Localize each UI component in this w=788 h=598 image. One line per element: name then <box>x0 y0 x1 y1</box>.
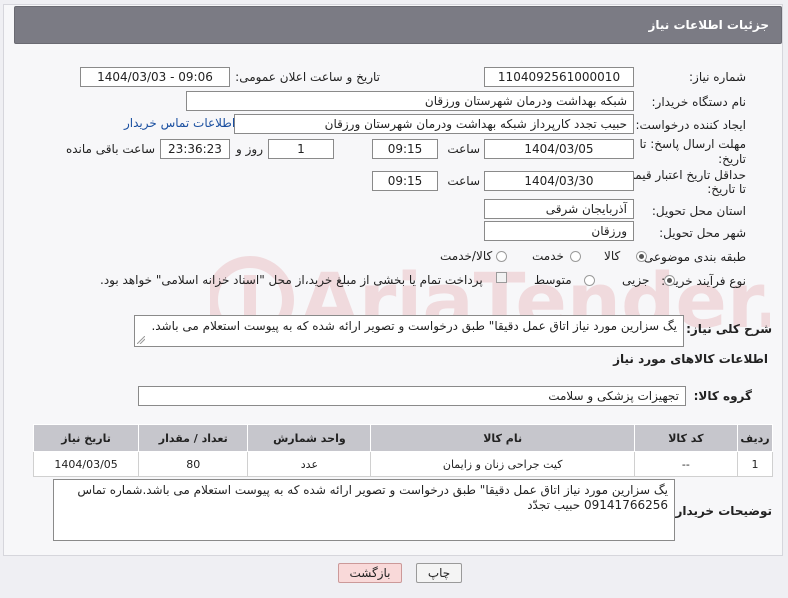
page-header: جزئیات اطلاعات نیاز <box>14 6 782 44</box>
cell-row: 1 <box>736 451 774 477</box>
city-label: شهر محل تحویل: <box>659 226 746 240</box>
process-medium-label: متوسط <box>534 273 572 287</box>
treasury-checkbox[interactable] <box>496 272 507 283</box>
creator-label: ایجاد کننده درخواست: <box>635 118 746 132</box>
goods-group-field: تجهیزات پزشکی و سلامت <box>138 386 686 406</box>
process-medium-radio[interactable] <box>584 275 595 286</box>
announce-label: تاریخ و ساعت اعلان عمومی: <box>235 70 380 84</box>
buyer-org-field: شبکه بهداشت ودرمان شهرستان ورزقان <box>186 91 634 111</box>
need-number-field: 1104092561000010 <box>484 67 634 87</box>
category-both-radio[interactable] <box>496 251 507 262</box>
remaining-time-field: 23:36:23 <box>160 139 230 159</box>
cell-code: -- <box>633 451 738 477</box>
price-time-field: 09:15 <box>372 171 438 191</box>
price-time-label: ساعت <box>447 174 480 188</box>
price-date-field: 1404/03/30 <box>484 171 634 191</box>
process-minor-label: جزیی <box>622 273 650 287</box>
cell-name: کیت جراحی زنان و زایمان <box>370 451 635 477</box>
col-unit: واحد شمارش <box>247 424 372 452</box>
print-button[interactable]: چاپ <box>416 563 462 583</box>
category-goods-label: کالا <box>604 249 621 263</box>
col-qty: تعداد / مقدار <box>138 424 249 452</box>
resize-grip-icon[interactable] <box>137 336 145 344</box>
days-label: روز و <box>236 142 263 156</box>
back-button[interactable]: بازگشت <box>338 563 402 583</box>
process-minor-radio[interactable] <box>664 275 675 286</box>
category-label: طبقه بندی موضوعی: <box>639 250 746 264</box>
buyer-contact-link[interactable]: اطلاعات تماس خریدار <box>124 116 235 130</box>
province-field: آذربایجان شرقی <box>484 199 634 219</box>
description-label: شرح کلی نیاز: <box>686 322 772 336</box>
page-title: جزئیات اطلاعات نیاز <box>648 18 769 32</box>
goods-group-label: گروه کالا: <box>693 389 752 403</box>
city-field: ورزقان <box>484 221 634 241</box>
days-field: 1 <box>268 139 334 159</box>
price-validity-label-2: تا تاریخ: <box>707 182 746 196</box>
buyer-notes-content: یگ سزارین مورد نیاز اتاق عمل دقیقا" طبق … <box>77 483 668 512</box>
col-code: کد کالا <box>633 424 738 452</box>
buyer-org-label: نام دستگاه خریدار: <box>651 95 747 109</box>
remaining-label: ساعت باقی مانده <box>65 142 155 156</box>
col-name: نام کالا <box>370 424 635 452</box>
category-both-label: کالا/خدمت <box>440 249 493 263</box>
cell-unit: عدد <box>247 451 372 477</box>
deadline-label: مهلت ارسال پاسخ: تا <box>639 137 746 151</box>
need-number-label: شماره نیاز: <box>689 70 746 84</box>
table-row: 1 -- کیت جراحی زنان و زایمان عدد 80 1404… <box>32 451 774 477</box>
province-label: استان محل تحویل: <box>651 204 746 218</box>
table-header-row: ردیف کد کالا نام کالا واحد شمارش تعداد /… <box>32 424 774 452</box>
col-row: ردیف <box>736 424 774 452</box>
cell-date: 1404/03/05 <box>32 451 140 477</box>
deadline-time-label: ساعت <box>447 142 480 156</box>
price-validity-label: حداقل تاریخ اعتبار قیمت: <box>619 168 746 182</box>
description-content: یگ سزارین مورد نیاز اتاق عمل دقیقا" طبق … <box>151 319 677 333</box>
col-date: تاریخ نیاز <box>32 424 140 452</box>
announce-field: 1404/03/03 - 09:06 <box>80 67 230 87</box>
creator-field: حبیب تجدد کارپرداز شبکه بهداشت ودرمان شه… <box>234 114 634 134</box>
payment-note: پرداخت تمام یا بخشی از مبلغ خرید،از محل … <box>100 273 483 287</box>
buyer-notes-text: یگ سزارین مورد نیاز اتاق عمل دقیقا" طبق … <box>53 479 675 541</box>
deadline-date-field: 1404/03/05 <box>484 139 634 159</box>
deadline-time-field: 09:15 <box>372 139 438 159</box>
category-service-radio[interactable] <box>570 251 581 262</box>
cell-qty: 80 <box>138 451 249 477</box>
description-text: یگ سزارین مورد نیاز اتاق عمل دقیقا" طبق … <box>134 315 684 347</box>
category-service-label: خدمت <box>532 249 564 263</box>
goods-section-title: اطلاعات کالاهای مورد نیاز <box>613 352 768 366</box>
deadline-label-2: تاریخ: <box>718 152 746 166</box>
category-goods-radio[interactable] <box>636 251 647 262</box>
buyer-notes-label: توضیحات خریدار: <box>670 504 772 518</box>
goods-table: ردیف کد کالا نام کالا واحد شمارش تعداد /… <box>32 424 774 477</box>
